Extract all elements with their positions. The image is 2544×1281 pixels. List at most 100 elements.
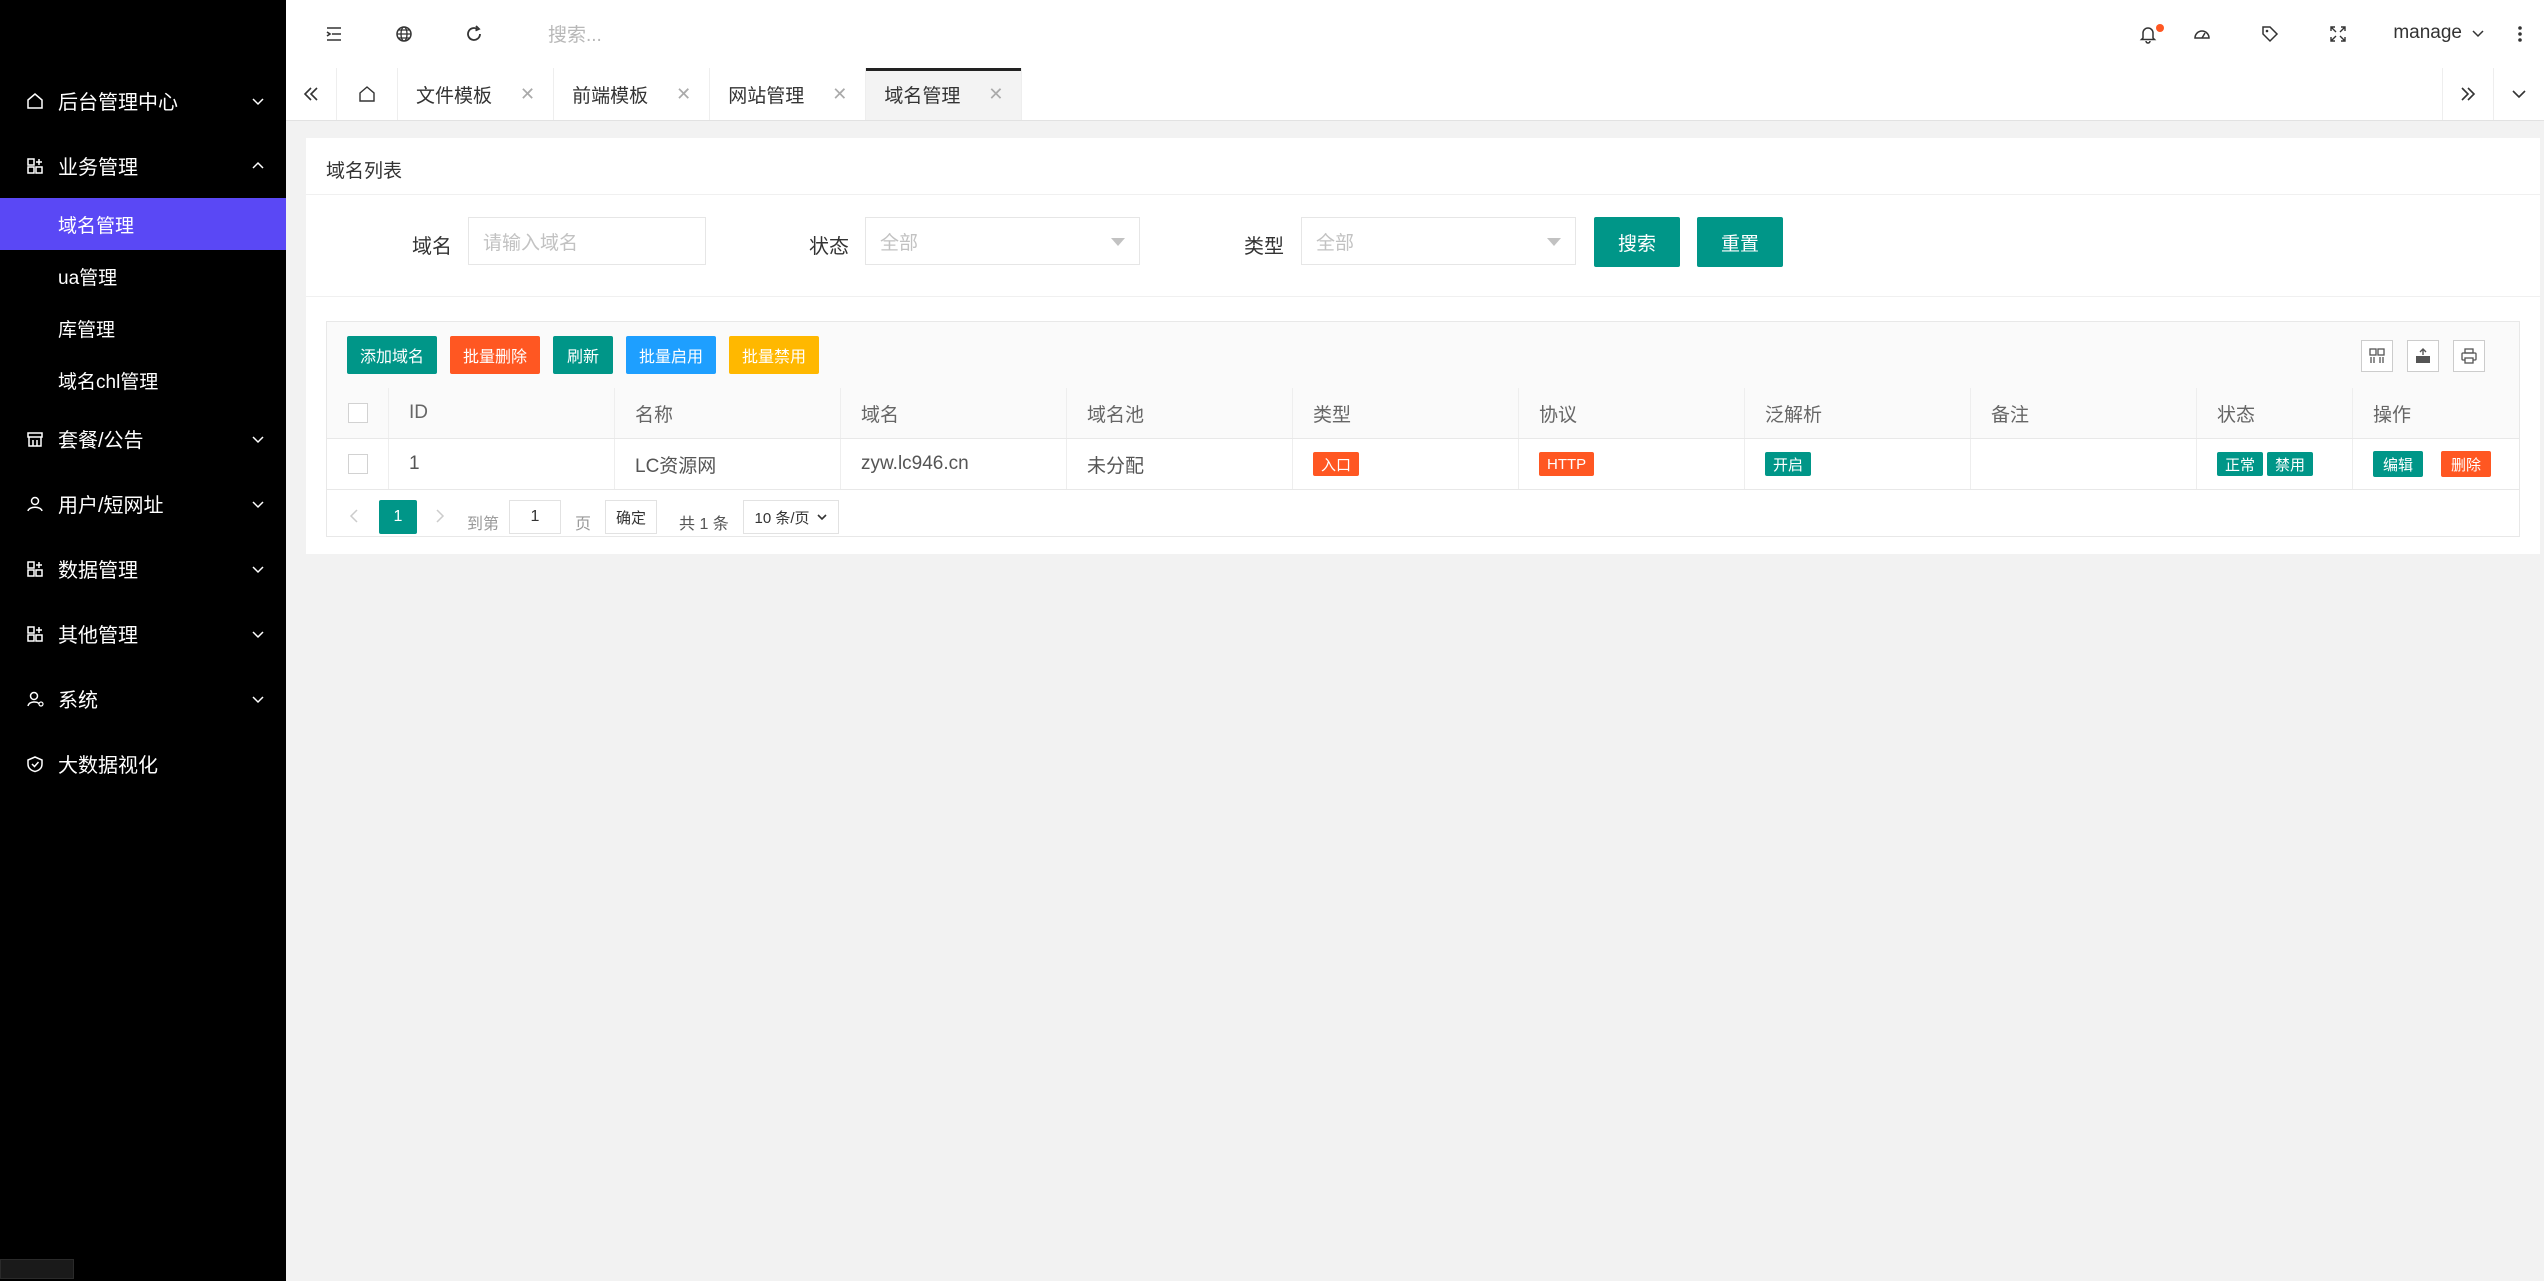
tab-file-template[interactable]: 文件模板 ✕ xyxy=(398,68,555,120)
type-select[interactable]: 全部 xyxy=(1301,217,1576,265)
sidebar-subitem-domain-management[interactable]: 域名管理 xyxy=(0,198,286,250)
fullscreen-icon[interactable] xyxy=(2326,22,2350,46)
chevron-down-icon xyxy=(816,514,827,521)
chevron-up-icon xyxy=(252,161,264,169)
table-toolbar: 添加域名 批量删除 刷新 批量启用 批量禁用 xyxy=(327,322,2519,389)
header-id[interactable]: ID xyxy=(389,388,615,438)
tab-domain-management[interactable]: 域名管理 ✕ xyxy=(866,68,1023,120)
cell-remark xyxy=(1971,439,2197,489)
reset-button[interactable]: 重置 xyxy=(1697,217,1783,267)
sidebar-subitem-library-management[interactable]: 库管理 xyxy=(0,302,286,354)
chevron-down-icon xyxy=(252,97,264,105)
tabs-bar: 文件模板 ✕ 前端模板 ✕ 网站管理 ✕ 域名管理 ✕ xyxy=(286,68,2544,121)
sidebar-item-other-management[interactable]: 其他管理 xyxy=(0,601,286,666)
close-icon[interactable]: ✕ xyxy=(676,84,691,105)
header-protocol[interactable]: 协议 xyxy=(1519,388,1745,438)
cell-type: 入口 xyxy=(1293,439,1519,489)
print-icon[interactable] xyxy=(2453,340,2485,372)
close-icon[interactable]: ✕ xyxy=(988,84,1003,105)
refresh-icon[interactable] xyxy=(462,22,486,46)
header-pool[interactable]: 域名池 xyxy=(1067,388,1293,438)
theme-icon[interactable] xyxy=(2190,22,2214,46)
sidebar-item-system[interactable]: 系统 xyxy=(0,666,286,731)
tab-home[interactable] xyxy=(337,68,398,120)
goto-confirm-button[interactable]: 确定 xyxy=(605,500,657,534)
sidebar-subitem-label: 库管理 xyxy=(58,319,116,341)
select-all-checkbox[interactable] xyxy=(348,403,368,423)
globe-icon[interactable] xyxy=(392,22,416,46)
menu-toggle-icon[interactable] xyxy=(322,22,346,46)
domain-search-input[interactable]: 请输入域名 xyxy=(468,217,706,265)
tabs-scroll-left-button[interactable] xyxy=(286,68,337,120)
goto-label: 到第 xyxy=(467,516,500,533)
delete-button[interactable]: 删除 xyxy=(2441,451,2492,477)
columns-filter-icon[interactable] xyxy=(2361,340,2393,372)
header-name[interactable]: 名称 xyxy=(615,388,841,438)
type-badge: 入口 xyxy=(1313,452,1360,476)
tab-frontend-template[interactable]: 前端模板 ✕ xyxy=(554,68,711,120)
chevron-down-icon xyxy=(2472,30,2484,38)
sidebar-item-admin-center[interactable]: 后台管理中心 xyxy=(0,68,286,133)
notification-dot xyxy=(2156,24,2164,32)
cell-actions: 编辑 删除 xyxy=(2353,439,2519,489)
page-size-select[interactable]: 10 条/页 xyxy=(743,500,839,534)
tab-label: 前端模板 xyxy=(572,85,649,107)
header-status[interactable]: 状态 xyxy=(2197,388,2353,438)
tabs-scroll-right-button[interactable] xyxy=(2442,68,2493,120)
page-current[interactable]: 1 xyxy=(379,500,417,534)
tab-site-management[interactable]: 网站管理 ✕ xyxy=(710,68,867,120)
sidebar-item-business[interactable]: 业务管理 xyxy=(0,133,286,198)
tabs-right-controls xyxy=(2442,68,2544,120)
header-remark[interactable]: 备注 xyxy=(1971,388,2197,438)
domain-list-panel: 域名列表 域名 请输入域名 状态 全部 类型 全部 搜索 重置 添加域名 批量删… xyxy=(306,138,2540,554)
pagination: 1 到第 1 页 确定 共 1 条 10 条/页 xyxy=(327,490,2519,536)
batch-enable-button[interactable]: 批量启用 xyxy=(626,336,716,374)
tag-icon[interactable] xyxy=(2258,22,2282,46)
status-normal-badge[interactable]: 正常 xyxy=(2217,452,2264,476)
sidebar-subitem-label: 域名管理 xyxy=(58,215,135,237)
batch-delete-button[interactable]: 批量删除 xyxy=(450,336,540,374)
sidebar-item-label: 用户/短网址 xyxy=(58,495,164,517)
status-select[interactable]: 全部 xyxy=(865,217,1140,265)
batch-disable-button[interactable]: 批量禁用 xyxy=(729,336,819,374)
add-domain-button[interactable]: 添加域名 xyxy=(347,336,437,374)
close-icon[interactable]: ✕ xyxy=(520,84,535,105)
edit-button[interactable]: 编辑 xyxy=(2373,451,2424,477)
close-icon[interactable]: ✕ xyxy=(832,84,847,105)
table-header-row: ID 名称 域名 域名池 类型 协议 泛解析 备注 状态 操作 xyxy=(327,388,2519,439)
status-select-value: 全部 xyxy=(880,232,919,254)
sidebar-item-package-notice[interactable]: 套餐/公告 xyxy=(0,406,286,471)
chevron-down-icon xyxy=(252,500,264,508)
refresh-button[interactable]: 刷新 xyxy=(553,336,613,374)
protocol-badge: HTTP xyxy=(1539,452,1595,476)
goto-page-input[interactable]: 1 xyxy=(509,500,561,534)
sidebar-subitem-domain-chl-management[interactable]: 域名chl管理 xyxy=(0,354,286,406)
tab-label: 网站管理 xyxy=(728,85,805,107)
user-cog-icon xyxy=(26,690,44,708)
user-menu[interactable]: manage xyxy=(2393,22,2486,44)
domain-table: 添加域名 批量删除 刷新 批量启用 批量禁用 ID 名称 域名 域名池 类型 协… xyxy=(326,321,2520,537)
header-type[interactable]: 类型 xyxy=(1293,388,1519,438)
chevron-right-icon[interactable] xyxy=(433,508,447,524)
row-checkbox[interactable] xyxy=(348,454,368,474)
chevron-left-icon[interactable] xyxy=(347,508,361,524)
cell-status: 正常 禁用 xyxy=(2197,439,2353,489)
sidebar-item-label: 系统 xyxy=(58,690,98,712)
sidebar-item-user-shorturl[interactable]: 用户/短网址 xyxy=(0,471,286,536)
header-wildcard[interactable]: 泛解析 xyxy=(1745,388,1971,438)
tabs-dropdown-button[interactable] xyxy=(2493,68,2544,120)
search-button[interactable]: 搜索 xyxy=(1594,217,1680,267)
header-domain[interactable]: 域名 xyxy=(841,388,1067,438)
sidebar-item-data-management[interactable]: 数据管理 xyxy=(0,536,286,601)
sidebar-item-bigdata-visual[interactable]: 大数据视化 xyxy=(0,731,286,796)
sidebar-subitem-ua-management[interactable]: ua管理 xyxy=(0,250,286,302)
table-row: 1 LC资源网 zyw.lc946.cn 未分配 入口 HTTP 开启 正常 禁… xyxy=(327,439,2519,490)
sidebar-item-label: 后台管理中心 xyxy=(58,92,178,114)
export-icon[interactable] xyxy=(2407,340,2439,372)
search-input[interactable]: 搜索... xyxy=(548,20,602,47)
more-vertical-icon[interactable] xyxy=(2508,22,2532,46)
chevron-down-icon xyxy=(2512,90,2526,99)
bell-icon[interactable] xyxy=(2136,22,2164,46)
store-icon xyxy=(26,430,44,448)
status-disable-badge[interactable]: 禁用 xyxy=(2267,452,2314,476)
